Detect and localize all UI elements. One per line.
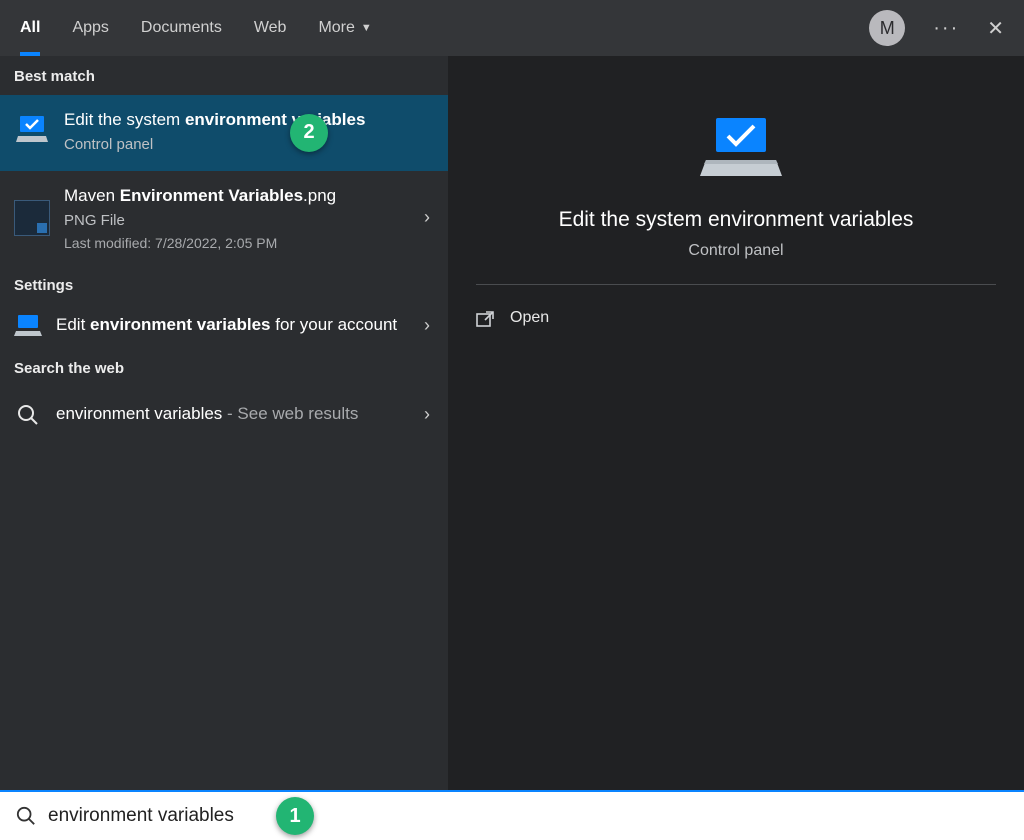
tab-label: Web [254,19,287,37]
search-icon [16,806,36,826]
preview-subtitle: Control panel [688,242,783,260]
ellipsis-icon: ··· [933,17,959,39]
section-header-web: Search the web [0,348,448,387]
action-open[interactable]: Open [476,301,996,335]
search-icon [14,397,42,433]
search-preview-panel: Edit the system environment variables Co… [448,56,1024,790]
chevron-right-icon[interactable]: › [420,315,434,336]
result-subtitle: PNG File [64,212,406,229]
preview-title: Edit the system environment variables [559,208,914,232]
chevron-right-icon[interactable]: › [420,207,434,228]
result-meta: Last modified: 7/28/2022, 2:05 PM [64,235,406,251]
search-bar[interactable]: 1 [0,790,1024,840]
tab-documents[interactable]: Documents [141,0,222,56]
chevron-down-icon: ▼ [361,22,372,34]
search-results-panel: Best match Edit the system environment v… [0,56,448,790]
result-title: Edit environment variables for your acco… [56,314,406,337]
section-header-settings: Settings [0,265,448,304]
result-best-match[interactable]: Edit the system environment variables Co… [0,95,448,171]
tab-label: All [20,19,40,37]
tab-apps[interactable]: Apps [72,0,108,56]
result-subtitle: Control panel [64,136,434,153]
search-input[interactable] [48,805,268,827]
search-filter-tabs: All Apps Documents Web More ▼ [20,0,372,56]
callout-badge-1: 1 [276,797,314,835]
result-edit-user-env[interactable]: Edit environment variables for your acco… [0,304,448,348]
system-settings-icon [14,113,50,149]
tab-label: Documents [141,19,222,37]
user-env-icon [14,314,42,338]
more-options-button[interactable]: ··· [933,17,959,40]
close-icon: ✕ [987,18,1004,40]
tab-label: Apps [72,19,108,37]
tab-web[interactable]: Web [254,0,287,56]
tab-label: More [318,19,354,37]
user-avatar[interactable]: M [869,10,905,46]
result-web-search[interactable]: environment variables - See web results … [0,387,448,443]
search-topbar: All Apps Documents Web More ▼ M ··· ✕ [0,0,1024,56]
avatar-initial: M [880,18,895,39]
search-main: Best match Edit the system environment v… [0,56,1024,790]
result-file-png[interactable]: Maven Environment Variables.png PNG File… [0,171,448,265]
png-file-icon [14,200,50,236]
result-title: environment variables - See web results [56,403,406,426]
preview-app-icon [696,114,776,184]
tab-all[interactable]: All [20,0,40,56]
result-title: Maven Environment Variables.png [64,185,406,208]
open-external-icon [476,310,494,326]
action-label: Open [510,309,549,327]
callout-badge-2: 2 [290,114,328,152]
section-header-best-match: Best match [0,56,448,95]
close-button[interactable]: ✕ [987,16,1004,41]
chevron-right-icon[interactable]: › [420,404,434,425]
tab-more[interactable]: More ▼ [318,0,371,56]
result-title: Edit the system environment variables [64,109,434,132]
